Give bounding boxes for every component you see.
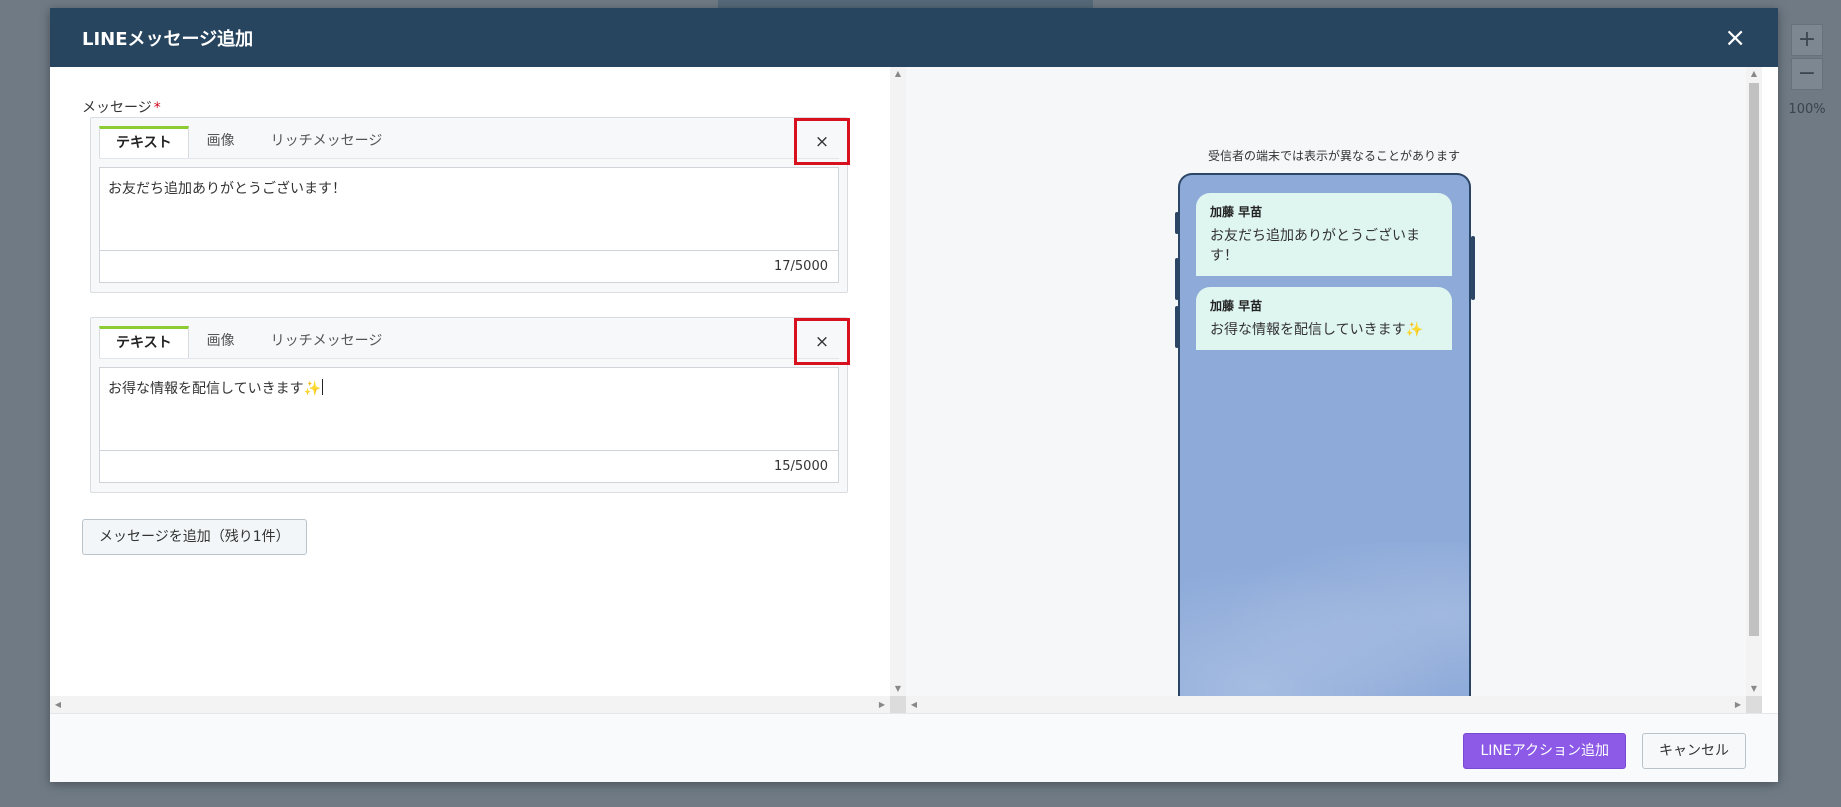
zoom-in-button[interactable]: + — [1791, 24, 1823, 56]
scroll-down-icon[interactable]: ▼ — [1746, 682, 1762, 696]
remove-message-button[interactable]: × — [794, 118, 850, 165]
scrollbar-corner — [890, 696, 906, 713]
scroll-left-icon[interactable]: ◀ — [906, 696, 922, 713]
add-message-button[interactable]: メッセージを追加（残り1件） — [82, 519, 307, 555]
tab-text[interactable]: テキスト — [99, 326, 189, 359]
scroll-right-icon[interactable]: ▶ — [1730, 696, 1746, 713]
character-counter: 15/5000 — [99, 450, 839, 483]
message-label: メッセージ * — [82, 100, 161, 116]
preview-horizontal-scrollbar[interactable]: ◀ ▶ — [906, 696, 1746, 713]
scroll-down-icon[interactable]: ▼ — [890, 682, 906, 696]
line-message-modal: LINEメッセージ追加 × メッセージ * テキスト 画像 リッチメッセージ × … — [50, 8, 1778, 782]
character-counter: 17/5000 — [99, 250, 839, 283]
tab-image[interactable]: 画像 — [189, 126, 253, 159]
message-textarea[interactable]: お友だち追加ありがとうございます！ — [99, 167, 839, 250]
close-icon: × — [814, 331, 830, 352]
preview-note: 受信者の端末では表示が異なることがあります — [1207, 149, 1460, 163]
preview-pane: 受信者の端末では表示が異なることがあります — [906, 67, 1762, 696]
scrollbar-thumb[interactable] — [1749, 83, 1759, 636]
scroll-up-icon[interactable]: ▲ — [890, 67, 906, 81]
modal-header: LINEメッセージ追加 × — [50, 8, 1778, 67]
zoom-out-button[interactable]: − — [1791, 58, 1823, 90]
message-card-1: テキスト 画像 リッチメッセージ × お友だち追加ありがとうございます！ 17/… — [90, 117, 850, 293]
tab-image[interactable]: 画像 — [189, 326, 253, 359]
tab-rich-message[interactable]: リッチメッセージ — [253, 126, 401, 159]
zoom-controls: + − 100% — [1788, 24, 1826, 117]
scroll-right-icon[interactable]: ▶ — [874, 696, 890, 713]
tab-divider — [99, 158, 839, 159]
message-editor-pane: メッセージ * テキスト 画像 リッチメッセージ × お友だち追加ありがとうござい… — [50, 67, 890, 696]
text-cursor — [322, 379, 324, 395]
message-card-2: テキスト 画像 リッチメッセージ × お得な情報を配信していきます✨ 15/50… — [90, 317, 850, 493]
modal-footer: LINEアクション追加 キャンセル — [50, 713, 1778, 782]
preview-vertical-scrollbar[interactable]: ▲ ▼ — [1746, 67, 1762, 696]
message-textarea[interactable]: お得な情報を配信していきます✨ — [99, 367, 839, 450]
tab-text[interactable]: テキスト — [99, 126, 189, 159]
add-line-action-button[interactable]: LINEアクション追加 — [1463, 733, 1626, 769]
close-icon[interactable]: × — [1724, 25, 1746, 51]
modal-title: LINEメッセージ追加 — [82, 28, 254, 50]
editor-horizontal-scrollbar[interactable]: ◀ ▶ — [50, 696, 890, 713]
close-icon: × — [814, 131, 830, 152]
scroll-left-icon[interactable]: ◀ — [50, 696, 66, 713]
remove-message-button[interactable]: × — [794, 318, 850, 365]
required-mark: * — [153, 100, 161, 116]
background-photo — [718, 0, 1093, 8]
message-type-tabs: テキスト 画像 リッチメッセージ — [99, 326, 400, 359]
tab-rich-message[interactable]: リッチメッセージ — [253, 326, 401, 359]
cancel-button[interactable]: キャンセル — [1642, 733, 1746, 769]
editor-vertical-scrollbar[interactable]: ▲ ▼ — [890, 67, 906, 696]
zoom-level: 100% — [1788, 102, 1826, 117]
message-type-tabs: テキスト 画像 リッチメッセージ — [99, 126, 400, 159]
scrollbar-corner — [1746, 696, 1762, 713]
modal-body: メッセージ * テキスト 画像 リッチメッセージ × お友だち追加ありがとうござい… — [50, 67, 1778, 713]
tab-divider — [99, 358, 839, 359]
scroll-up-icon[interactable]: ▲ — [1746, 67, 1762, 81]
